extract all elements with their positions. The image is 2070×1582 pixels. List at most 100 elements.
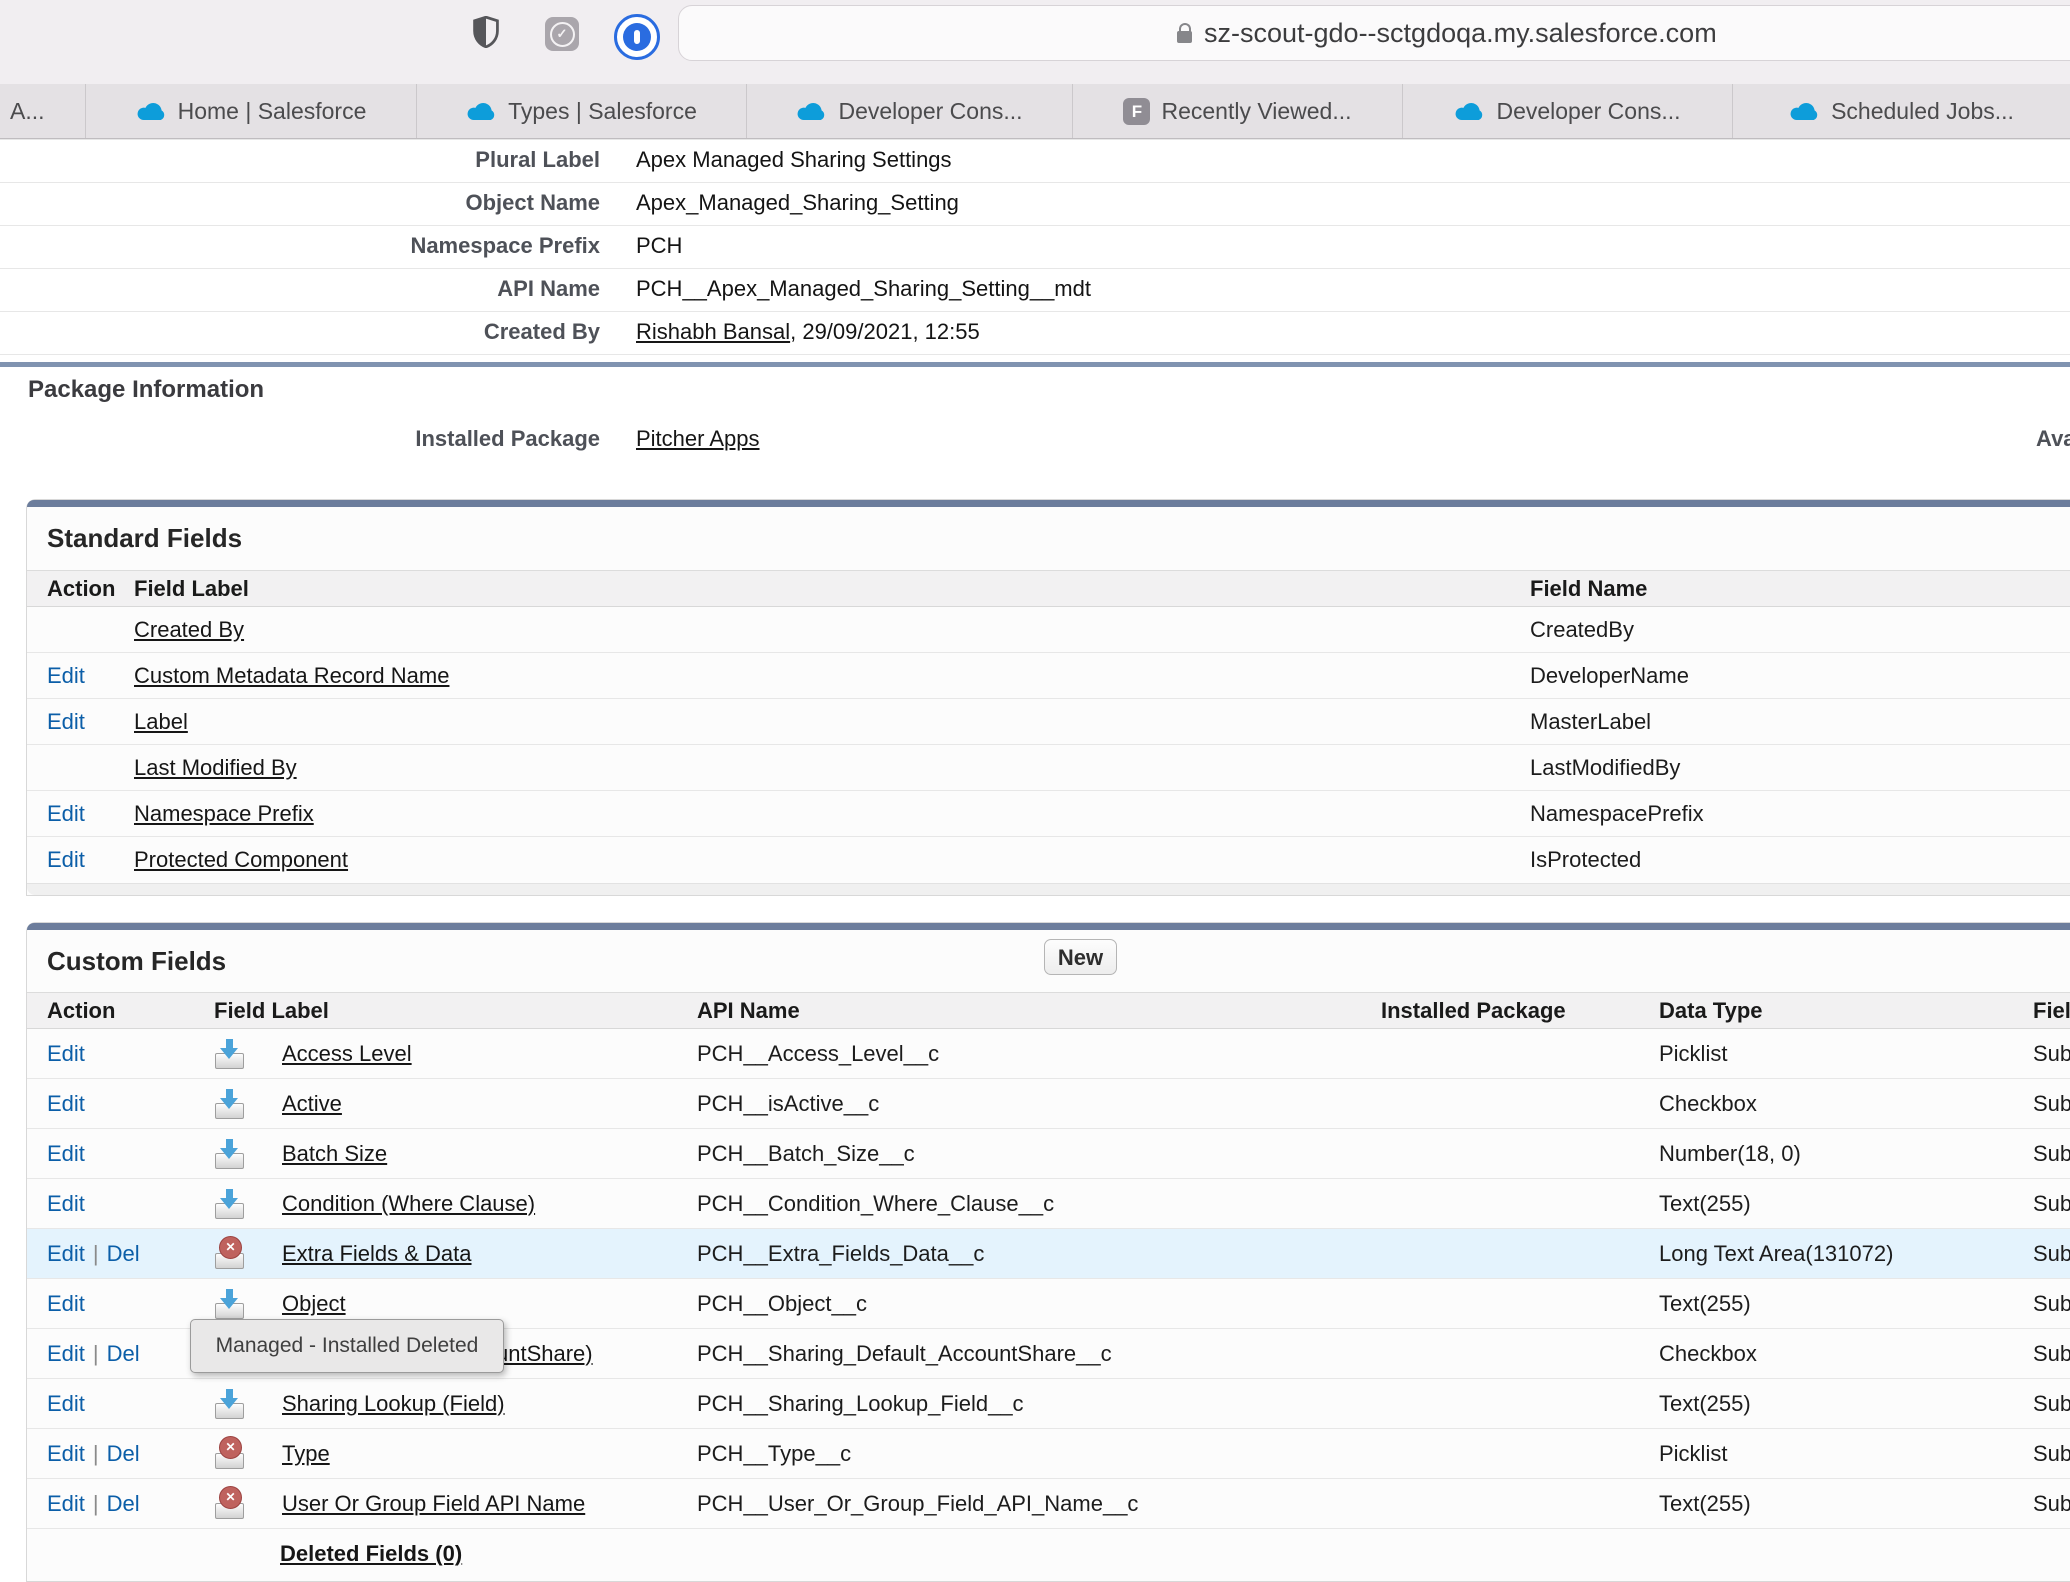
browser-tab-developer-console-1[interactable]: F Developer Cons... xyxy=(746,84,1072,138)
field-label-link[interactable]: Batch Size xyxy=(282,1141,387,1167)
address-bar[interactable]: sz-scout-gdo--sctgdoqa.my.salesforce.com xyxy=(678,5,2070,61)
browser-tab-strip: A... F Home | Salesforce F Types | Sales… xyxy=(0,84,2070,139)
api-name-cell: PCH__Sharing_Lookup_Field__c xyxy=(687,1379,1368,1429)
field-label-link[interactable]: User Or Group Field API Name xyxy=(282,1491,585,1517)
action-cell: Edit xyxy=(27,1029,199,1079)
action-separator: | xyxy=(93,1441,99,1466)
field-label-link[interactable]: Custom Metadata Record Name xyxy=(134,663,449,688)
edit-link[interactable]: Edit xyxy=(47,801,85,826)
installed-package-cell xyxy=(1368,1329,1646,1379)
data-type-cell: Text(255) xyxy=(1646,1279,2022,1329)
edit-link[interactable]: Edit xyxy=(47,1341,85,1366)
installed-package-cell xyxy=(1368,1479,1646,1529)
truncated-cell: Sub xyxy=(2022,1429,2070,1479)
edit-link[interactable]: Edit xyxy=(47,1491,85,1516)
edit-link[interactable]: Edit xyxy=(47,709,85,734)
onepassword-icon[interactable] xyxy=(614,14,660,60)
browser-toolbar: ✓ sz-scout-gdo--sctgdoqa.my.salesforce.c… xyxy=(0,0,2070,85)
edit-link[interactable]: Edit xyxy=(47,847,85,872)
edit-link[interactable]: Edit xyxy=(47,1241,85,1266)
table-row-access-level: Edit ✕Access Level PCH__Access_Level__c … xyxy=(27,1029,2070,1079)
action-cell xyxy=(27,745,122,791)
del-link[interactable]: Del xyxy=(107,1241,140,1266)
truncated-cell: Sub xyxy=(2022,1329,2070,1379)
table-row-deleted-fields: Deleted Fields (0) xyxy=(27,1529,2070,1579)
field-label-link[interactable]: Label xyxy=(134,709,188,734)
field-label-link[interactable]: Extra Fields & Data xyxy=(282,1241,472,1267)
field-label-link[interactable]: Created By xyxy=(134,617,244,642)
field-label-cell: ✕ Active xyxy=(199,1079,687,1129)
api-name-cell: PCH__Object__c xyxy=(687,1279,1368,1329)
installed-package-link[interactable]: Pitcher Apps xyxy=(636,426,760,451)
field-label-link[interactable]: Active xyxy=(282,1091,342,1117)
custom-fields-table: Action Field Label API Name Installed Pa… xyxy=(27,992,2070,1579)
column-header-action: Action xyxy=(27,571,122,607)
field-label-link[interactable]: Access Level xyxy=(282,1041,412,1067)
api-name-cell: PCH__Extra_Fields_Data__c xyxy=(687,1229,1368,1279)
browser-tab-types[interactable]: F Types | Salesforce xyxy=(416,84,746,138)
new-field-button[interactable]: New xyxy=(1044,939,1117,975)
browser-tab-home[interactable]: F Home | Salesforce xyxy=(85,84,416,138)
tab-label: A... xyxy=(10,98,45,125)
managed-installed-icon[interactable]: ✕ xyxy=(214,1139,246,1169)
edit-link[interactable]: Edit xyxy=(47,663,85,688)
managed-installed-icon[interactable]: ✕ xyxy=(214,1189,246,1219)
custom-fields-section: Custom Fields New Action Field Label API… xyxy=(26,922,2070,1582)
screenshot-root: ✓ sz-scout-gdo--sctgdoqa.my.salesforce.c… xyxy=(0,0,2070,1582)
field-label-link[interactable]: Type xyxy=(282,1441,330,1467)
truncated-cell: Sub xyxy=(2022,1179,2070,1229)
detail-value: PCH__Apex_Managed_Sharing_Setting__mdt xyxy=(636,269,1091,311)
installed-package-cell xyxy=(1368,1079,1646,1129)
salesforce-cloud-icon xyxy=(796,101,827,122)
edit-link[interactable]: Edit xyxy=(47,1041,85,1066)
deleted-fields-link[interactable]: Deleted Fields (0) xyxy=(280,1541,462,1567)
truncated-cell: Sub xyxy=(2022,1029,2070,1079)
metadata-type-detail: Plural Label Apex Managed Sharing Settin… xyxy=(0,139,2070,355)
managed-installed-icon[interactable]: ✕ xyxy=(214,1089,246,1119)
shield-icon[interactable] xyxy=(472,16,500,48)
edit-link[interactable]: Edit xyxy=(47,1141,85,1166)
salesforce-cloud-icon xyxy=(136,101,167,122)
managed-installed-icon[interactable]: ✕ xyxy=(214,1389,246,1419)
browser-tab-partial[interactable]: A... xyxy=(0,84,85,138)
action-cell xyxy=(27,607,122,653)
managed-installed-icon[interactable]: ✕ xyxy=(214,1039,246,1069)
browser-tab-recently-viewed[interactable]: F Recently Viewed... xyxy=(1072,84,1402,138)
column-header-truncated: Fiel xyxy=(2022,993,2070,1029)
del-link[interactable]: Del xyxy=(107,1491,140,1516)
edit-link[interactable]: Edit xyxy=(47,1191,85,1216)
managed-installed-deleted-icon[interactable]: ✕ xyxy=(214,1489,246,1519)
browser-tab-developer-console-2[interactable]: F Developer Cons... xyxy=(1402,84,1732,138)
standard-fields-title: Standard Fields xyxy=(27,507,2070,554)
browser-tab-scheduled-jobs[interactable]: F Scheduled Jobs... xyxy=(1732,84,2070,138)
edit-link[interactable]: Edit xyxy=(47,1391,85,1416)
field-name-cell: LastModifiedBy xyxy=(1518,745,2070,791)
section-divider xyxy=(0,362,2070,367)
verified-badge-icon[interactable]: ✓ xyxy=(545,17,579,51)
field-label-link[interactable]: Last Modified By xyxy=(134,755,297,780)
tab-label: Developer Cons... xyxy=(838,98,1022,125)
edit-link[interactable]: Edit xyxy=(47,1291,85,1316)
api-name-cell: PCH__Sharing_Default_AccountShare__c xyxy=(687,1329,1368,1379)
del-link[interactable]: Del xyxy=(107,1341,140,1366)
action-cell: Edit xyxy=(27,699,122,745)
managed-installed-deleted-icon[interactable]: ✕ xyxy=(214,1439,246,1469)
field-label-cell: ✕ Access Level xyxy=(199,1029,687,1079)
field-label-link[interactable]: Sharing Lookup (Field) xyxy=(282,1391,505,1417)
url-text: sz-scout-gdo--sctgdoqa.my.salesforce.com xyxy=(1204,18,1717,49)
field-label-link[interactable]: Condition (Where Clause) xyxy=(282,1191,535,1217)
field-label-link[interactable]: Object xyxy=(282,1291,346,1317)
salesforce-cloud-icon xyxy=(466,101,497,122)
managed-installed-deleted-icon[interactable]: ✕ xyxy=(214,1239,246,1269)
api-name-cell: PCH__User_Or_Group_Field_API_Name__c xyxy=(687,1479,1368,1529)
field-label-link[interactable]: Protected Component xyxy=(134,847,348,872)
action-cell: Edit xyxy=(27,791,122,837)
standard-fields-table: Action Field Label Field Name Created By… xyxy=(27,570,2070,883)
created-by-user-link[interactable]: Rishabh Bansal xyxy=(636,319,790,344)
edit-link[interactable]: Edit xyxy=(47,1441,85,1466)
field-label-link[interactable]: Namespace Prefix xyxy=(134,801,314,826)
action-cell: Edit xyxy=(27,653,122,699)
managed-installed-icon[interactable]: ✕ xyxy=(214,1289,246,1319)
del-link[interactable]: Del xyxy=(107,1441,140,1466)
edit-link[interactable]: Edit xyxy=(47,1091,85,1116)
